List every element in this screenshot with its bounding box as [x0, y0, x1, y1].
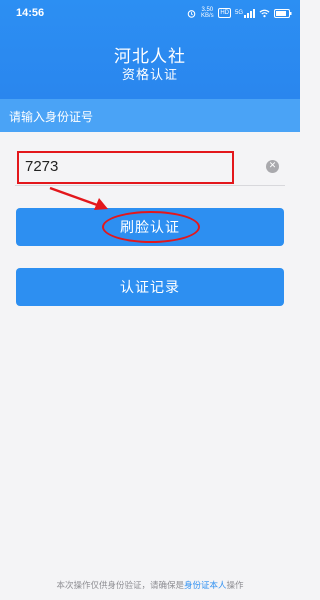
footer-link[interactable]: 身份证本人	[184, 581, 227, 591]
records-label: 认证记录	[120, 280, 180, 296]
footer-text-before: 本次操作仅供身份验证，请确保是	[56, 581, 184, 591]
footer-notice: 本次操作仅供身份验证，请确保是身份证本人操作	[0, 579, 300, 591]
footer-text-after: 操作	[226, 581, 244, 591]
records-button[interactable]: 认证记录	[16, 268, 284, 306]
